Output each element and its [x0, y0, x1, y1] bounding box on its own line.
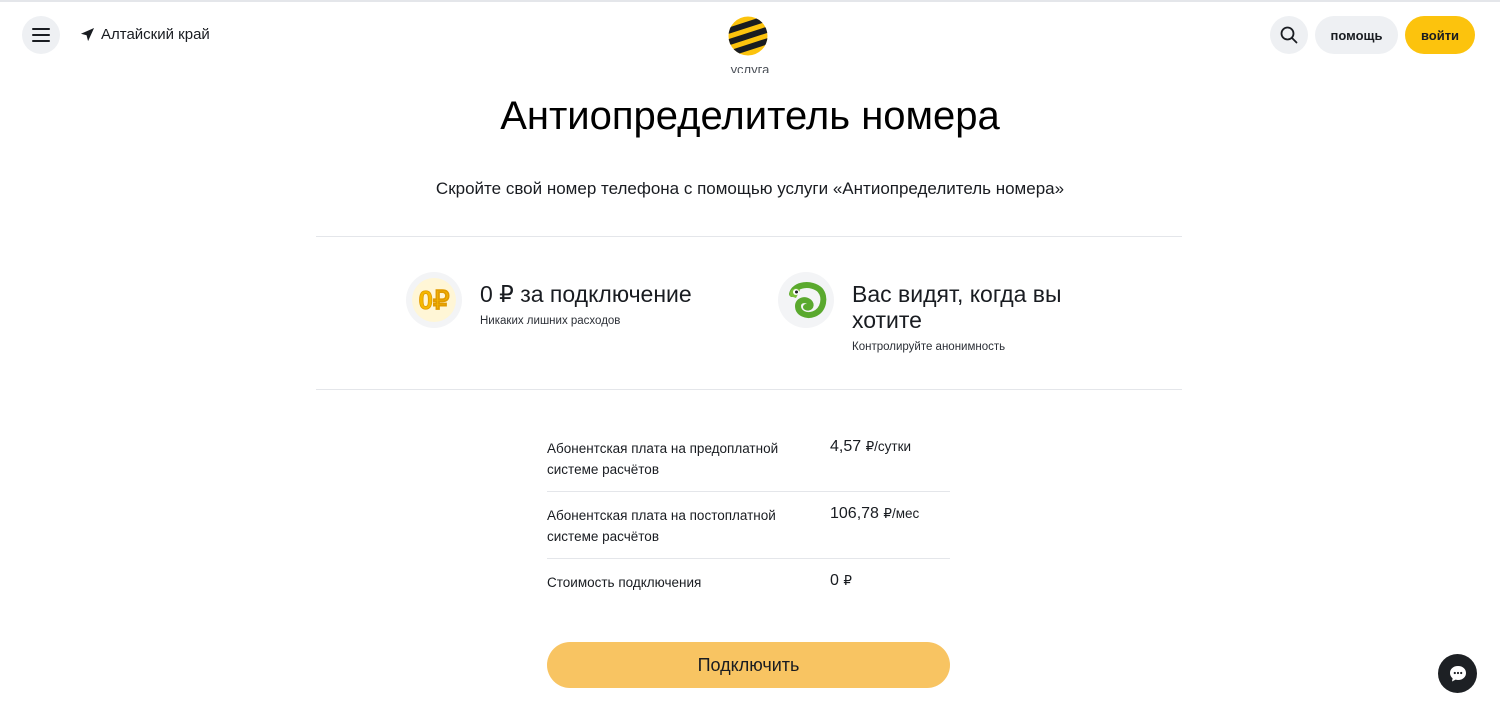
price-value: 4,57 ₽/сутки	[830, 438, 911, 480]
region-selector[interactable]: Алтайский край	[80, 26, 210, 43]
page-subtitle: Скройте свой номер телефона с помощью ус…	[435, 179, 1065, 198]
search-icon	[1280, 26, 1298, 44]
price-row: Абонентская плата на предоплатной систем…	[547, 425, 950, 492]
feature-description: Никаких лишних расходов	[480, 315, 621, 327]
hamburger-icon	[32, 28, 50, 42]
price-value: 0 ₽	[830, 572, 852, 593]
search-button[interactable]	[1270, 16, 1308, 54]
price-unit: ₽/сутки	[865, 439, 912, 454]
chat-button[interactable]	[1438, 654, 1477, 693]
price-amount: 4,57	[830, 438, 862, 455]
price-value: 106,78 ₽/мес	[830, 505, 919, 547]
price-amount: 0	[830, 572, 839, 589]
zero-ruble-coin-icon: 0₽	[406, 272, 462, 328]
feature-item: 0₽ 0 ₽ за подключение Никаких лишних рас…	[406, 272, 710, 328]
eyebrow-label: услуга	[730, 62, 770, 73]
feature-description: Контролируйте анонимность	[852, 341, 1006, 353]
price-label: Абонентская плата на предоплатной систем…	[547, 441, 779, 477]
divider	[316, 236, 1182, 237]
menu-button[interactable]	[22, 16, 60, 54]
region-label: Алтайский край	[101, 26, 210, 43]
divider	[316, 389, 1182, 390]
price-label: Стоимость подключения	[547, 575, 702, 590]
chat-bubble-icon	[1449, 665, 1466, 681]
price-unit: ₽	[843, 573, 852, 588]
location-arrow-icon	[80, 27, 95, 42]
beeline-logo[interactable]	[728, 16, 768, 56]
coin-icon-text: 0₽	[418, 285, 449, 315]
price-label: Абонентская плата на постоплатной систем…	[547, 508, 776, 544]
price-row: Абонентская плата на постоплатной систем…	[547, 492, 950, 559]
feature-title: 0 ₽ за подключение	[480, 281, 692, 307]
price-row: Стоимость подключения 0 ₽	[547, 559, 950, 604]
price-unit: ₽/мес	[883, 506, 920, 521]
connect-button[interactable]: Подключить	[547, 642, 950, 688]
price-table: Абонентская плата на предоплатной систем…	[547, 425, 950, 604]
price-amount: 106,78	[830, 505, 879, 522]
login-button[interactable]: войти	[1405, 16, 1475, 54]
feature-item: Вас видят, когда вы хотите Контролируйте…	[778, 272, 1082, 353]
help-button[interactable]: помощь	[1315, 16, 1398, 54]
feature-title: Вас видят, когда вы хотите	[852, 281, 1062, 333]
page-title: Антиопределитель номера	[500, 94, 1000, 138]
chameleon-icon	[778, 272, 834, 328]
